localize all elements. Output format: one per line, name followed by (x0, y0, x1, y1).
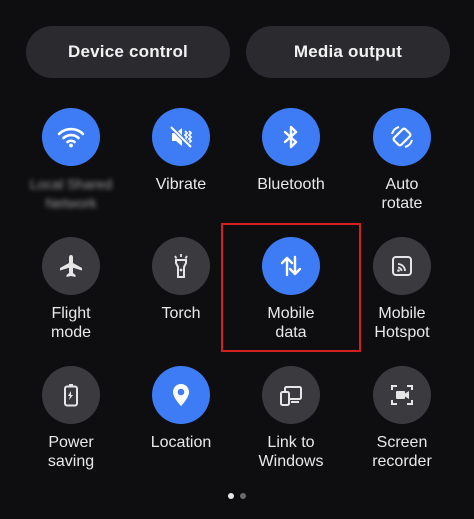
torch-toggle[interactable] (152, 237, 210, 295)
flashlight-icon (174, 254, 188, 278)
bluetooth-icon (283, 125, 298, 149)
location-toggle[interactable] (152, 366, 210, 424)
mobile-hotspot-toggle[interactable] (373, 237, 431, 295)
link-to-windows-toggle[interactable] (262, 366, 320, 424)
bluetooth-toggle[interactable] (262, 108, 320, 166)
page-dot-2[interactable] (240, 493, 246, 499)
location-icon (173, 384, 189, 406)
media-output-label: Media output (293, 42, 403, 61)
screen-recorder-icon (391, 385, 413, 405)
vibrate-icon (169, 125, 193, 149)
tile-mobile-hotspot[interactable]: Mobile Hotspot (347, 237, 457, 357)
power-saving-toggle[interactable] (42, 366, 100, 424)
tile-power-saving[interactable]: Power saving (16, 366, 126, 486)
power-saving-label: Power saving (47, 434, 95, 470)
hotspot-icon (392, 256, 412, 276)
bluetooth-label: Bluetooth (257, 176, 325, 193)
tile-vibrate[interactable]: Vibrate (126, 108, 236, 228)
wifi-icon (57, 127, 85, 148)
page-indicator (0, 493, 474, 499)
vibrate-label: Vibrate (155, 176, 207, 193)
auto-rotate-toggle[interactable] (373, 108, 431, 166)
auto-rotate-icon (391, 126, 413, 148)
location-label: Location (150, 434, 212, 451)
flight-mode-toggle[interactable] (42, 237, 100, 295)
link-to-windows-label: Link to Windows (258, 434, 324, 470)
mobile-data-highlight (221, 223, 361, 352)
device-control-button[interactable]: Device control (26, 26, 230, 78)
flight-mode-label: Flight mode (50, 305, 92, 341)
tile-bluetooth[interactable]: Bluetooth (236, 108, 346, 228)
tile-flight-mode[interactable]: Flight mode (16, 237, 126, 357)
device-control-label: Device control (68, 42, 188, 61)
battery-saver-icon (64, 384, 78, 407)
tile-screen-recorder[interactable]: Screen recorder (347, 366, 457, 486)
wifi-toggle[interactable] (42, 108, 100, 166)
wifi-label: Local Shared Network (29, 176, 113, 211)
auto-rotate-label: Auto rotate (381, 176, 423, 212)
torch-label: Torch (161, 305, 201, 322)
vibrate-toggle[interactable] (152, 108, 210, 166)
airplane-icon (60, 255, 82, 277)
tile-link-to-windows[interactable]: Link to Windows (236, 366, 346, 486)
tile-wifi[interactable]: Local Shared Network (16, 108, 126, 228)
page-dot-1[interactable] (228, 493, 234, 499)
tile-torch[interactable]: Torch (126, 237, 236, 357)
screen-recorder-toggle[interactable] (373, 366, 431, 424)
mobile-hotspot-label: Mobile Hotspot (374, 305, 430, 341)
media-output-button[interactable]: Media output (246, 26, 450, 78)
link-to-windows-icon (280, 386, 302, 406)
tile-location[interactable]: Location (126, 366, 236, 486)
tile-auto-rotate[interactable]: Auto rotate (347, 108, 457, 228)
screen-recorder-label: Screen recorder (372, 434, 432, 470)
